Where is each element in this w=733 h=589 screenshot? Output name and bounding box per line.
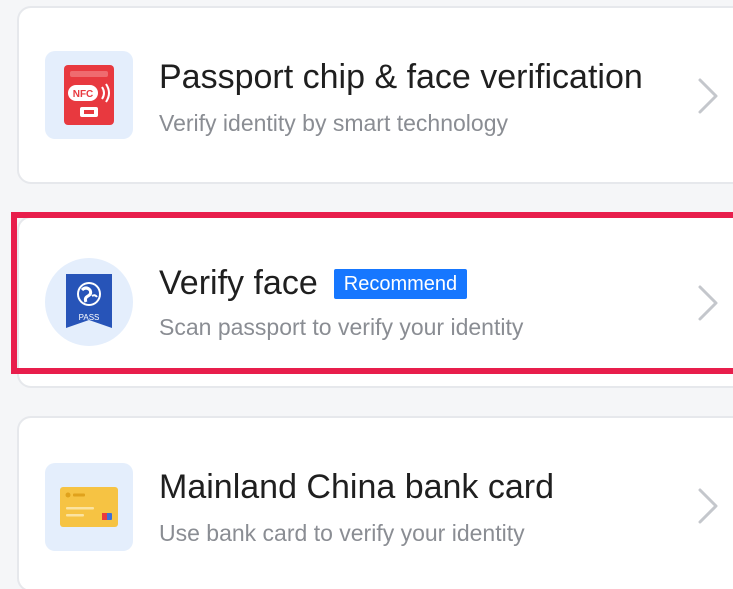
option-title: Passport chip & face verification <box>159 58 643 96</box>
option-bank-card[interactable]: Mainland China bank card Use bank card t… <box>17 416 733 589</box>
option-passport-chip-face[interactable]: NFC Passport chip & face verification Ve… <box>17 6 733 184</box>
option-subtitle: Scan passport to verify your identity <box>159 314 524 340</box>
nfc-label: NFC <box>73 89 94 100</box>
chevron-right-icon <box>698 488 718 524</box>
option-title: Mainland China bank card <box>159 468 555 506</box>
pass-label: PASS <box>79 313 100 322</box>
bank-card-icon <box>45 463 133 551</box>
option-title: Verify face <box>159 264 318 302</box>
option-subtitle: Verify identity by smart technology <box>159 110 508 136</box>
verification-options-page: NFC Passport chip & face verification Ve… <box>0 0 733 589</box>
nfc-passport-icon: NFC <box>45 51 133 139</box>
option-title-row: Verify face Recommend <box>159 264 468 303</box>
chevron-right-icon <box>698 78 718 114</box>
option-subtitle: Use bank card to verify your identity <box>159 520 525 546</box>
recommend-badge: Recommend <box>333 268 468 299</box>
option-verify-face[interactable]: PASS Verify face Recommend Scan passport… <box>17 216 733 388</box>
chevron-right-icon <box>698 285 718 321</box>
passport-globe-icon: PASS <box>45 258 133 346</box>
